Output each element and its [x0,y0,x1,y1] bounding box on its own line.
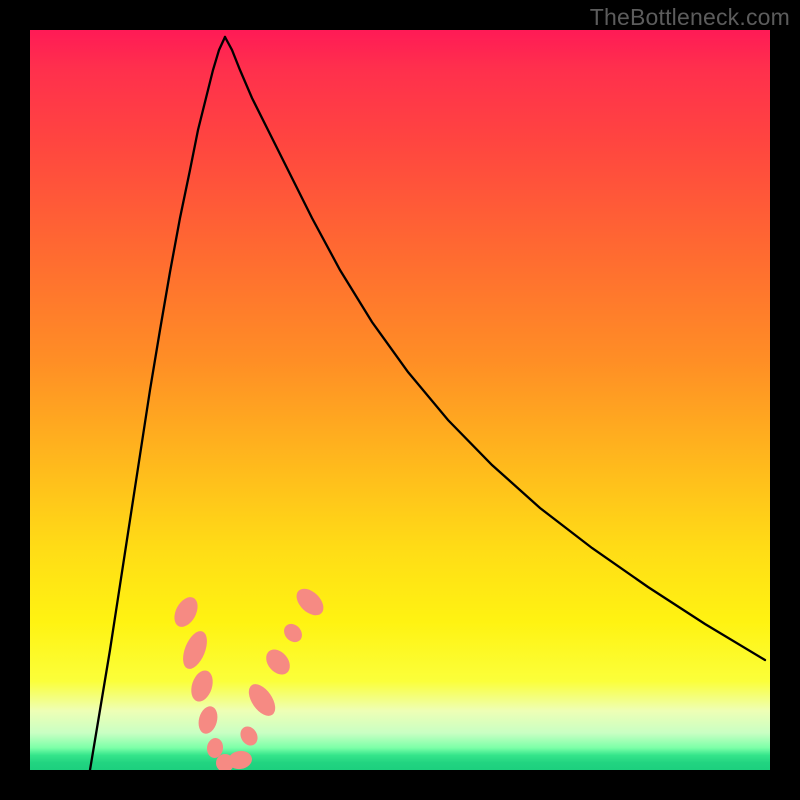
plot-area [30,30,770,770]
curve-right-branch [225,37,765,660]
chart-frame: TheBottleneck.com [0,0,800,800]
dip-markers [170,584,329,770]
dip-marker [280,620,305,646]
curve-left-branch [90,37,225,770]
dip-marker [237,723,261,748]
dip-marker [196,704,221,736]
dip-marker [170,593,203,631]
dip-marker [292,584,329,621]
dip-marker [178,628,212,673]
watermark-text: TheBottleneck.com [590,4,790,31]
dip-marker [188,668,217,705]
dip-marker [261,645,294,679]
dip-marker [243,680,280,721]
bottleneck-curve [30,30,770,770]
